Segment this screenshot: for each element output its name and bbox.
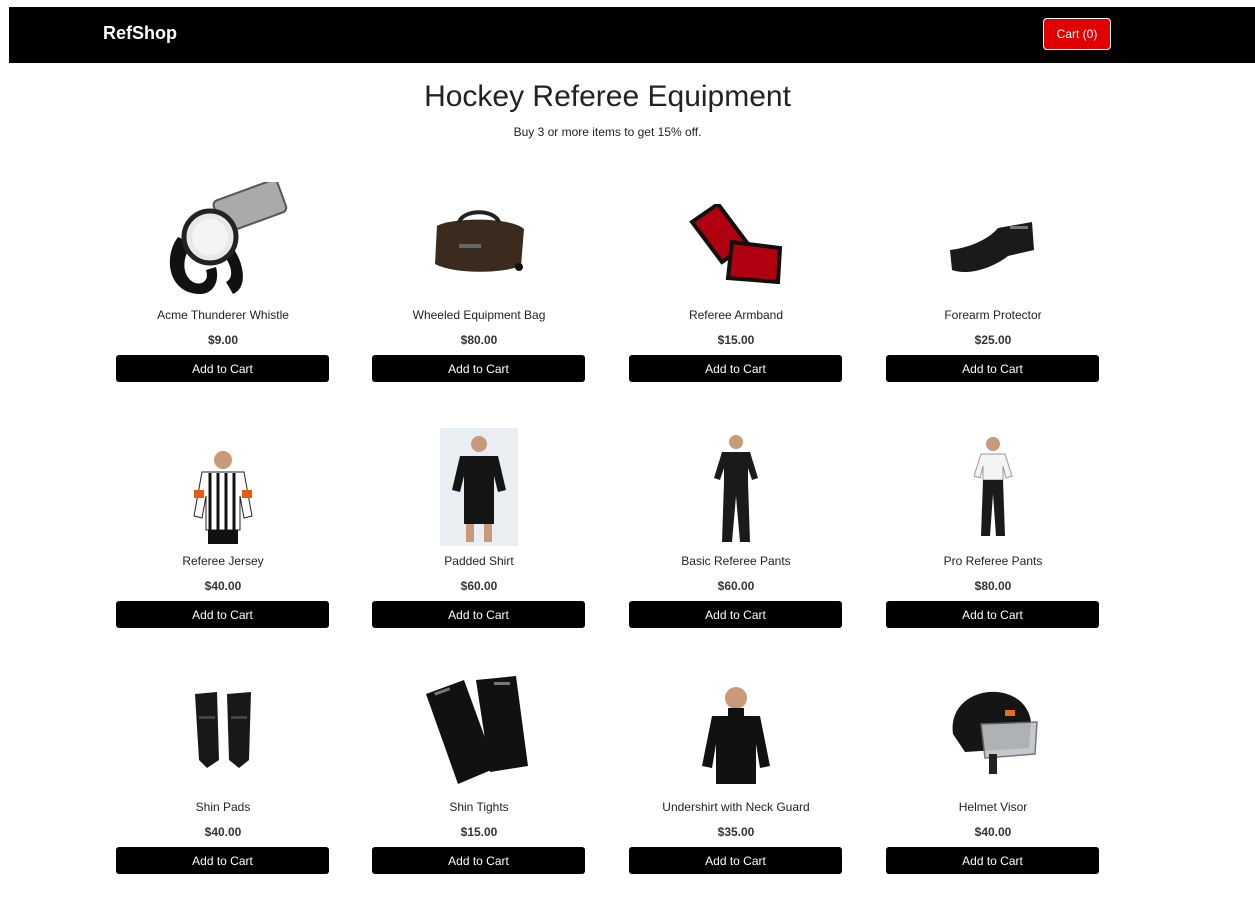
product-name[interactable]: Helmet Visor	[886, 800, 1100, 814]
navbar: RefShop Cart (0)	[9, 7, 1255, 63]
padded-shirt-icon	[372, 424, 586, 546]
add-to-cart-button[interactable]: Add to Cart	[372, 355, 585, 382]
product-name[interactable]: Undershirt with Neck Guard	[629, 800, 843, 814]
equipment-bag-icon	[372, 178, 586, 300]
product-price: $15.00	[717, 333, 755, 347]
product-price: $15.00	[460, 825, 498, 839]
shin-tights-icon	[372, 670, 586, 792]
product-card: Pro Referee Pants $80.00 Add to Cart	[886, 424, 1100, 654]
product-price: $60.00	[717, 579, 755, 593]
product-name[interactable]: Referee Armband	[629, 308, 843, 322]
add-to-cart-button[interactable]: Add to Cart	[886, 601, 1099, 628]
product-price: $35.00	[717, 825, 755, 839]
product-price: $80.00	[974, 579, 1012, 593]
product-card: Referee Jersey $40.00 Add to Cart	[116, 424, 330, 654]
product-name[interactable]: Forearm Protector	[886, 308, 1100, 322]
add-to-cart-button[interactable]: Add to Cart	[116, 355, 329, 382]
add-to-cart-button[interactable]: Add to Cart	[629, 847, 842, 874]
add-to-cart-button[interactable]: Add to Cart	[116, 847, 329, 874]
helmet-visor-icon	[886, 670, 1100, 792]
product-price: $25.00	[974, 333, 1012, 347]
add-to-cart-button[interactable]: Add to Cart	[886, 355, 1099, 382]
product-name[interactable]: Padded Shirt	[372, 554, 586, 568]
add-to-cart-button[interactable]: Add to Cart	[629, 355, 842, 382]
forearm-protector-icon	[886, 178, 1100, 300]
page-title: Hockey Referee Equipment	[424, 80, 791, 113]
referee-jersey-icon	[116, 424, 330, 546]
product-price: $80.00	[460, 333, 498, 347]
product-name[interactable]: Shin Tights	[372, 800, 586, 814]
referee-pants-icon	[629, 424, 843, 546]
product-card: Helmet Visor $40.00 Add to Cart	[886, 670, 1100, 900]
product-price: $40.00	[974, 825, 1012, 839]
add-to-cart-button[interactable]: Add to Cart	[116, 601, 329, 628]
product-card: Forearm Protector $25.00 Add to Cart	[886, 178, 1100, 408]
product-price: $40.00	[204, 825, 242, 839]
add-to-cart-button[interactable]: Add to Cart	[886, 847, 1099, 874]
undershirt-icon	[629, 670, 843, 792]
product-card: Padded Shirt $60.00 Add to Cart	[372, 424, 586, 654]
armband-icon	[629, 178, 843, 300]
product-name[interactable]: Acme Thunderer Whistle	[116, 308, 330, 322]
product-price: $40.00	[204, 579, 242, 593]
product-name[interactable]: Pro Referee Pants	[886, 554, 1100, 568]
brand-logo[interactable]: RefShop	[103, 23, 177, 44]
cart-button[interactable]: Cart (0)	[1043, 18, 1111, 50]
product-card: Referee Armband $15.00 Add to Cart	[629, 178, 843, 408]
product-name[interactable]: Basic Referee Pants	[629, 554, 843, 568]
product-name[interactable]: Wheeled Equipment Bag	[372, 308, 586, 322]
add-to-cart-button[interactable]: Add to Cart	[629, 601, 842, 628]
product-price: $9.00	[207, 333, 239, 347]
product-card: Basic Referee Pants $60.00 Add to Cart	[629, 424, 843, 654]
product-card: Wheeled Equipment Bag $80.00 Add to Cart	[372, 178, 586, 408]
product-card: Acme Thunderer Whistle $9.00 Add to Cart	[116, 178, 330, 408]
whistle-icon	[116, 178, 330, 300]
product-card: Undershirt with Neck Guard $35.00 Add to…	[629, 670, 843, 900]
add-to-cart-button[interactable]: Add to Cart	[372, 601, 585, 628]
promo-subtitle: Buy 3 or more items to get 15% off.	[513, 125, 702, 139]
product-name[interactable]: Shin Pads	[116, 800, 330, 814]
shin-pads-icon	[116, 670, 330, 792]
add-to-cart-button[interactable]: Add to Cart	[372, 847, 585, 874]
pro-pants-icon	[886, 424, 1100, 546]
product-price: $60.00	[460, 579, 498, 593]
product-card: Shin Tights $15.00 Add to Cart	[372, 670, 586, 900]
product-card: Shin Pads $40.00 Add to Cart	[116, 670, 330, 900]
product-name[interactable]: Referee Jersey	[116, 554, 330, 568]
